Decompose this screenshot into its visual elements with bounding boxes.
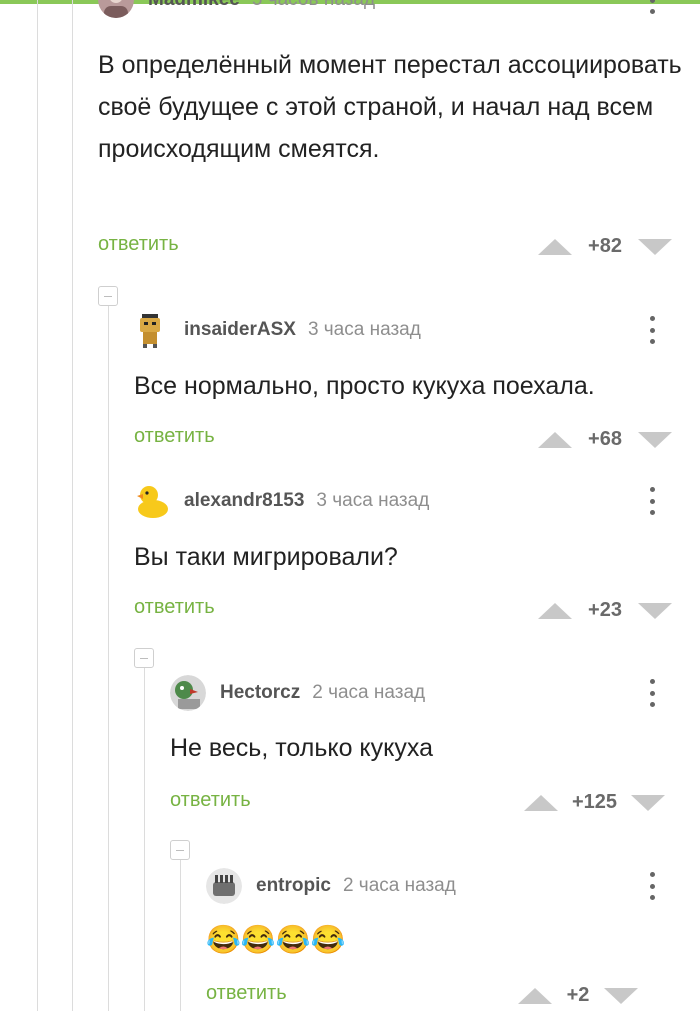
upvote-icon[interactable] xyxy=(518,987,552,1004)
comment-author[interactable]: insaiderASX xyxy=(184,319,296,341)
collapse-thread-button[interactable] xyxy=(134,648,154,668)
upvote-icon[interactable] xyxy=(538,602,572,619)
comment-time[interactable]: 2 часа назад xyxy=(343,875,456,897)
comment-header: insaiderASX 3 часа назад xyxy=(134,312,421,348)
collapse-thread-button[interactable] xyxy=(170,840,190,860)
comment-author[interactable]: alexandr8153 xyxy=(184,490,304,512)
duck-avatar-icon[interactable] xyxy=(134,483,170,519)
downvote-icon[interactable] xyxy=(604,987,638,1004)
more-options-icon[interactable] xyxy=(648,0,656,14)
comment-header: alexandr8153 3 часа назад xyxy=(134,483,429,519)
comment: Hectorcz 2 часа назад Не весь, только ку… xyxy=(170,675,700,825)
comment: Madmikee 5 часов назад В определённый мо… xyxy=(98,0,700,272)
robot-avatar-icon[interactable] xyxy=(134,312,166,348)
comment-time[interactable]: 3 часа назад xyxy=(316,490,429,512)
upvote-icon[interactable] xyxy=(538,238,572,255)
reply-link[interactable]: ответить xyxy=(134,596,215,619)
device-avatar-icon[interactable] xyxy=(206,868,242,904)
comment-score: +125 xyxy=(572,791,618,813)
comment-score: +2 xyxy=(566,984,590,1006)
comment-author[interactable]: Madmikee xyxy=(148,0,240,11)
comment-time[interactable]: 2 часа назад xyxy=(312,682,425,704)
comment-score: +23 xyxy=(588,599,622,621)
more-options-icon[interactable] xyxy=(648,872,656,900)
more-options-icon[interactable] xyxy=(648,487,656,515)
thread-line xyxy=(108,306,109,1011)
comment: insaiderASX 3 часа назад Все нормально, … xyxy=(134,312,700,462)
upvote-icon[interactable] xyxy=(538,431,572,448)
comment-text: Вы таки мигрировали? xyxy=(134,543,398,571)
comment-score: +82 xyxy=(588,235,622,257)
vote-controls: +68 xyxy=(538,428,672,451)
bird-avatar-icon[interactable] xyxy=(170,675,206,711)
user-avatar-icon[interactable] xyxy=(98,0,134,18)
comment-text: В определённый момент перестал ассоцииро… xyxy=(98,51,682,163)
downvote-icon[interactable] xyxy=(638,431,672,448)
downvote-icon[interactable] xyxy=(638,602,672,619)
comment-text: 😂😂😂😂 xyxy=(206,924,346,955)
comment-time[interactable]: 5 часов назад xyxy=(252,0,375,11)
collapse-thread-button[interactable] xyxy=(98,286,118,306)
thread-line xyxy=(72,0,73,1011)
reply-link[interactable]: ответить xyxy=(206,982,287,1005)
comment-score: +68 xyxy=(588,428,622,450)
comment-header: Madmikee 5 часов назад xyxy=(98,0,375,18)
vote-controls: +125 xyxy=(524,791,666,814)
upvote-icon[interactable] xyxy=(524,794,558,811)
vote-controls: +2 xyxy=(518,984,638,1007)
comment-text: Не весь, только кукуха xyxy=(170,734,433,762)
reply-link[interactable]: ответить xyxy=(98,233,179,256)
comment: alexandr8153 3 часа назад Вы таки мигрир… xyxy=(134,483,700,633)
comment-author[interactable]: Hectorcz xyxy=(220,682,300,704)
comment-header: entropic 2 часа назад xyxy=(206,868,456,904)
vote-controls: +82 xyxy=(538,235,672,258)
downvote-icon[interactable] xyxy=(631,794,666,811)
more-options-icon[interactable] xyxy=(648,316,656,344)
thread-line xyxy=(37,0,38,1011)
comments-page: Madmikee 5 часов назад В определённый мо… xyxy=(0,0,700,1011)
reply-link[interactable]: ответить xyxy=(170,789,251,812)
more-options-icon[interactable] xyxy=(648,679,656,707)
vote-controls: +23 xyxy=(538,599,672,622)
comment: entropic 2 часа назад 😂😂😂😂 ответить +2 xyxy=(206,868,700,1011)
thread-line xyxy=(144,668,145,1011)
downvote-icon[interactable] xyxy=(638,238,672,255)
comment-author[interactable]: entropic xyxy=(256,875,331,897)
comment-header: Hectorcz 2 часа назад xyxy=(170,675,425,711)
comment-text: Все нормально, просто кукуха поехала. xyxy=(134,372,595,400)
comment-time[interactable]: 3 часа назад xyxy=(308,319,421,341)
thread-line xyxy=(180,860,181,1011)
reply-link[interactable]: ответить xyxy=(134,425,215,448)
